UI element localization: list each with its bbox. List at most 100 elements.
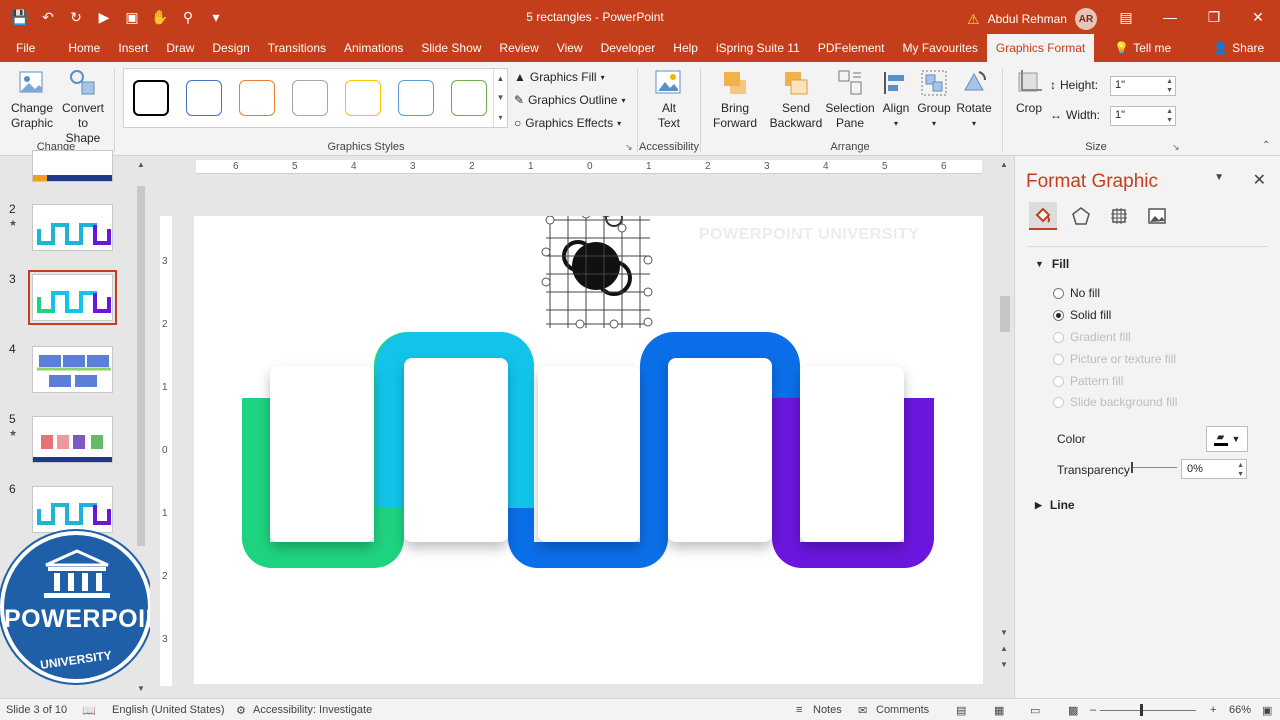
effects-pentagon-icon[interactable] [1067,202,1095,230]
convert-to-shape-button[interactable]: Convert to Shape [60,68,106,146]
tab-file[interactable]: File [0,34,59,62]
card-3[interactable] [538,366,640,542]
notes-button[interactable]: Notes [813,704,842,716]
tab-animations[interactable]: Animations [335,34,412,62]
tab-home[interactable]: Home [59,34,109,62]
tab-view[interactable]: View [548,34,592,62]
slide-thumbnail-4[interactable] [32,346,113,393]
slideshow-icon[interactable]: ▩ [1068,704,1078,717]
style-swatch[interactable] [292,80,328,116]
slide-thumbnail-1[interactable] [32,150,113,182]
slide-thumbnail-5[interactable] [32,416,113,463]
tab-ispring[interactable]: iSpring Suite 11 [707,34,809,62]
tab-insert[interactable]: Insert [109,34,157,62]
share-button[interactable]: 👤 Share [1203,34,1274,62]
dialog-launcher-icon[interactable]: ↘ [1172,142,1180,153]
comments-icon[interactable]: ✉ [858,704,867,717]
notes-icon[interactable]: ≡ [796,704,802,716]
solid-fill-radio[interactable] [1053,309,1064,321]
tab-help[interactable]: Help [664,34,707,62]
zoom-out-icon[interactable]: – [1090,704,1096,716]
line-section-header[interactable]: ▶ Line [1035,498,1075,512]
language-indicator[interactable]: English (United States) [112,704,225,716]
slide-thumbnail-6[interactable] [32,486,113,533]
fit-to-window-icon[interactable]: ▣ [1262,704,1272,717]
width-spinner[interactable]: ▲ ▼ [1166,107,1173,125]
bring-forward-button[interactable]: Bring Forward [708,68,762,131]
transparency-input[interactable]: 0% ▲ ▼ [1181,459,1247,479]
dialog-launcher-icon[interactable]: ↘ [625,142,633,153]
transparency-slider[interactable] [1131,462,1177,473]
accessibility-status[interactable]: Accessibility: Investigate [253,704,372,716]
tab-review[interactable]: Review [490,34,547,62]
style-swatch[interactable] [133,80,169,116]
no-fill-option[interactable]: No fill [1053,286,1100,300]
user-account[interactable]: ⚠ Abdul Rehman AR [967,8,1097,30]
slide-sorter-icon[interactable]: ▦ [994,704,1004,717]
previous-slide-icon[interactable]: ▲ [1000,644,1008,653]
tell-me-search[interactable]: 💡 Tell me [1104,34,1181,62]
close-icon[interactable]: ✕ [1236,0,1280,34]
no-fill-radio[interactable] [1053,287,1064,299]
minimize-icon[interactable]: — [1148,0,1192,34]
slide-thumbnail-2[interactable] [32,204,113,251]
graphics-outline-button[interactable]: ✎ Graphics Outline ▾ [514,93,625,107]
scroll-down-icon[interactable]: ▼ [1000,628,1008,637]
comments-button[interactable]: Comments [876,704,929,716]
solid-fill-option[interactable]: Solid fill [1053,308,1111,322]
selected-graphic[interactable] [541,179,653,329]
editor-scroll-thumb[interactable] [1000,296,1010,332]
slide-thumbnail-3[interactable] [28,270,117,325]
zoom-level[interactable]: 66% [1229,704,1251,716]
scroll-up-icon[interactable]: ▲ [137,160,145,169]
group-button[interactable]: Group ▾ [916,68,952,131]
ribbon-display-options-icon[interactable]: ▤ [1104,0,1148,34]
tab-graphics-format[interactable]: Graphics Format [986,34,1095,62]
scroll-up-icon[interactable]: ▲ [1000,160,1008,169]
wave-graphic[interactable] [194,179,983,684]
zoom-in-icon[interactable]: + [1210,704,1216,716]
collapse-ribbon-icon[interactable]: ⌃ [1262,140,1270,151]
change-graphic-button[interactable]: Change Graphic [8,68,56,131]
slide-canvas[interactable]: POWERPOINT UNIVERSITY [194,179,983,684]
reading-view-icon[interactable]: ▭ [1030,704,1040,717]
style-swatch[interactable] [239,80,275,116]
card-4[interactable] [668,358,772,542]
style-swatch[interactable] [398,80,434,116]
style-swatch[interactable] [451,80,487,116]
height-input[interactable]: 1" ▲ ▼ [1110,76,1176,96]
restore-icon[interactable]: ❐ [1192,0,1236,34]
gallery-up-icon[interactable]: ▲ [497,74,505,83]
normal-view-icon[interactable]: ▤ [956,704,966,717]
alt-text-button[interactable]: Alt Text [650,68,688,131]
accessibility-icon[interactable]: ⚙ [236,704,246,717]
color-picker-button[interactable]: ▰ ▼ [1206,426,1248,452]
fill-line-icon[interactable] [1029,202,1057,230]
size-properties-icon[interactable] [1105,202,1133,230]
style-swatch[interactable] [186,80,222,116]
card-1[interactable] [270,366,374,542]
rotate-button[interactable]: Rotate ▾ [954,68,994,131]
editor-scrollbar[interactable]: ▲ ▼ ▲ ▼ [998,156,1012,698]
send-backward-button[interactable]: Send Backward [766,68,826,131]
selection-pane-button[interactable]: Selection Pane [825,68,875,131]
zoom-slider[interactable] [1100,710,1196,711]
tab-pdfelement[interactable]: PDFelement [809,34,894,62]
height-spinner[interactable]: ▲ ▼ [1166,77,1173,95]
picture-icon[interactable] [1143,202,1171,230]
graphics-effects-button[interactable]: ○ Graphics Effects ▾ [514,116,621,130]
card-5[interactable] [800,366,904,542]
tab-design[interactable]: Design [203,34,258,62]
style-swatch[interactable] [345,80,381,116]
scroll-down-icon[interactable]: ▼ [137,684,145,693]
gallery-scroll[interactable]: ▲ ▼ ▾ [493,69,507,127]
tab-developer[interactable]: Developer [592,34,665,62]
align-button[interactable]: Align ▾ [878,68,914,131]
avatar[interactable]: AR [1074,8,1097,30]
pane-options-icon[interactable]: ▼ [1214,172,1224,183]
transparency-spinner[interactable]: ▲ ▼ [1237,461,1244,479]
close-icon[interactable]: ✕ [1253,170,1266,190]
gallery-down-icon[interactable]: ▼ [497,93,505,102]
crop-button[interactable]: Crop [1012,68,1046,116]
gallery-more-icon[interactable]: ▾ [498,113,502,122]
